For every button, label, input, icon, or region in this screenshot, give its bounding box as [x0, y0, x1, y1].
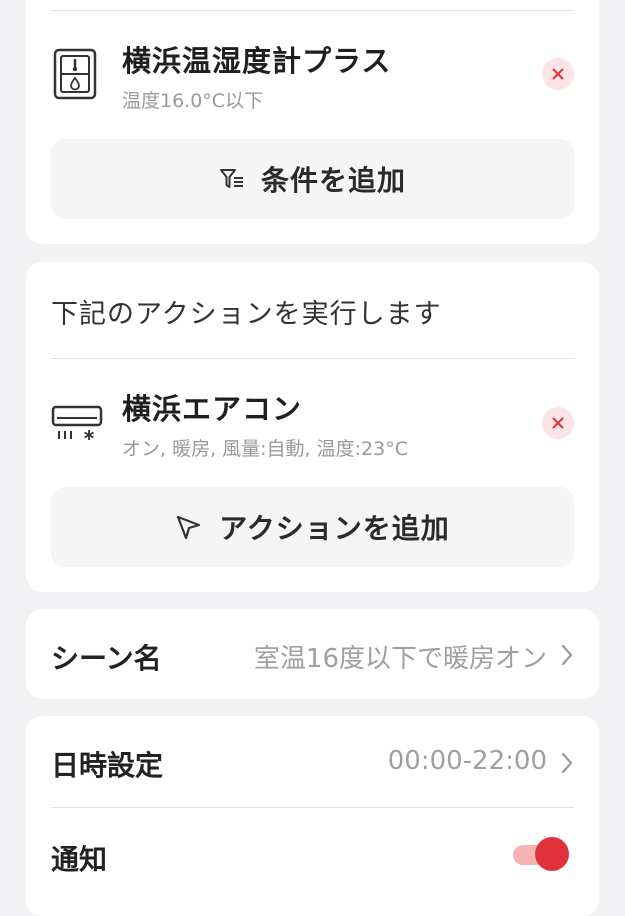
scene-name-row[interactable]: シーン名 室温16度以下で暖房オン [26, 609, 599, 699]
actions-header: 下記のアクションを実行します [51, 299, 442, 330]
thermo-hygrometer-icon [51, 48, 99, 106]
add-action-button[interactable]: アクションを追加 [51, 487, 574, 567]
notification-toggle[interactable] [513, 837, 569, 871]
add-condition-label: 条件を追加 [260, 164, 406, 197]
cursor-icon [177, 515, 201, 540]
actions-card: 下記のアクションを実行します 横浜エアコン オン, 暖房, 風量:自動, 温度:… [26, 262, 599, 592]
air-conditioner-icon [51, 404, 103, 450]
conditions-card: 横浜温湿度計プラス 温度16.0°C以下 条件を追加 [26, 0, 599, 244]
action-detail: オン, 暖房, 風量:自動, 温度:23°C [122, 438, 408, 460]
settings-card: 日時設定 00:00-22:00 通知 [26, 716, 599, 916]
schedule-label: 日時設定 [51, 749, 164, 782]
divider [51, 807, 574, 808]
scene-name-label: シーン名 [51, 642, 162, 675]
chevron-right-icon [561, 752, 573, 774]
action-device-name: 横浜エアコン [122, 392, 303, 426]
divider [51, 358, 574, 359]
chevron-right-icon [561, 644, 573, 666]
add-action-label: アクションを追加 [219, 512, 450, 545]
condition-detail: 温度16.0°C以下 [122, 90, 264, 112]
close-icon [552, 68, 564, 80]
divider [51, 10, 574, 11]
scene-name-value: 室温16度以下で暖房オン [253, 644, 547, 674]
toggle-knob [535, 837, 569, 871]
notification-label: 通知 [51, 843, 108, 876]
condition-device-name: 横浜温湿度計プラス [122, 44, 392, 78]
add-condition-button[interactable]: 条件を追加 [51, 139, 574, 219]
schedule-value: 00:00-22:00 [387, 746, 547, 776]
schedule-row[interactable]: 日時設定 00:00-22:00 [26, 716, 599, 808]
filter-icon [219, 169, 243, 188]
remove-condition-button[interactable] [542, 58, 574, 90]
remove-action-button[interactable] [542, 407, 574, 439]
close-icon [552, 417, 564, 429]
